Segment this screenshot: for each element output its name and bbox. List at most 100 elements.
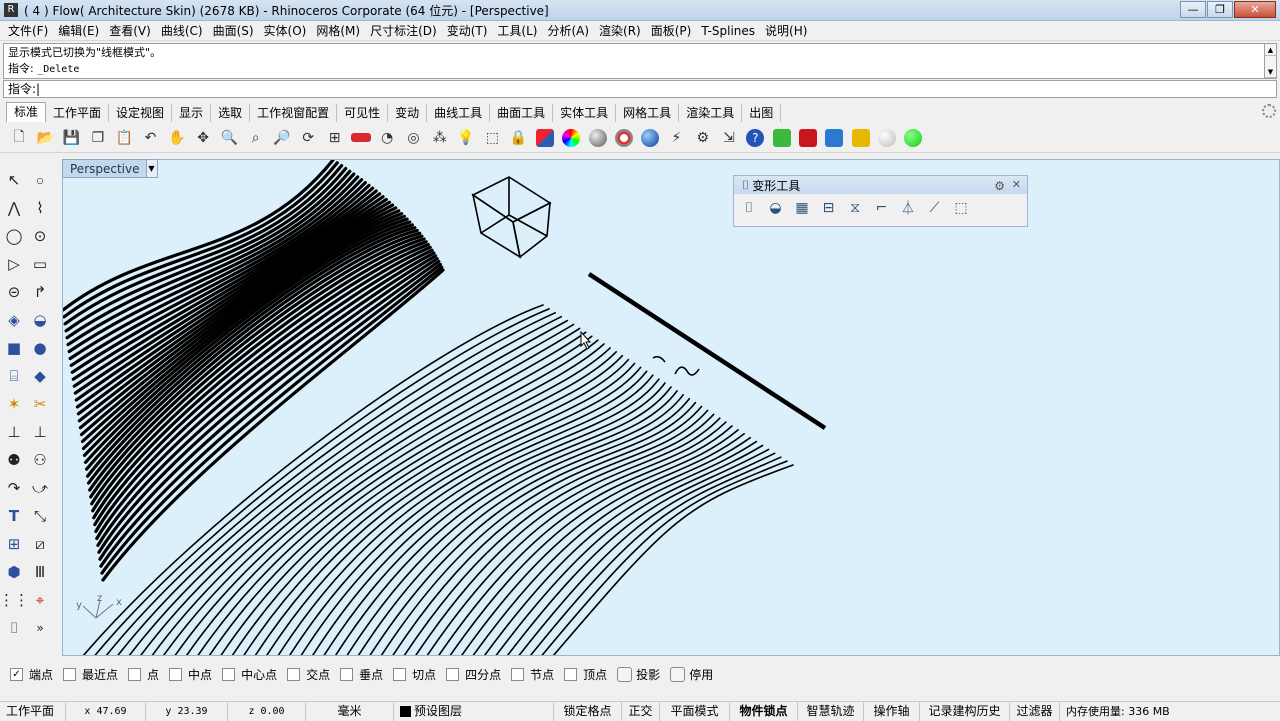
move-view-icon[interactable]: ✥ [192, 127, 214, 149]
yellow-plugin-icon[interactable] [850, 127, 872, 149]
status-planar[interactable]: 平面模式 [660, 701, 730, 721]
cage-icon[interactable]: ▦ [791, 197, 813, 219]
tab-cplanes[interactable]: 工作平面 [46, 104, 110, 122]
car-icon[interactable] [350, 127, 372, 149]
menu-render[interactable]: 渲染(R) [594, 21, 646, 41]
color-wheel-icon[interactable] [560, 127, 582, 149]
rectangle-icon[interactable]: ▭ [29, 253, 51, 275]
group-icon[interactable]: ⚉ [3, 449, 25, 471]
cylinder-icon[interactable]: ⌸ [3, 365, 25, 387]
material-sphere-icon[interactable] [587, 127, 609, 149]
osnap-point[interactable]: 点 [128, 666, 159, 683]
menu-transform[interactable]: 变动(T) [442, 21, 493, 41]
new-file-icon[interactable]: 🗋 [8, 127, 30, 149]
extrude-icon[interactable]: ◒ [29, 309, 51, 331]
history-scrollbar[interactable]: ▲ ▼ [1264, 43, 1277, 79]
paste-icon[interactable]: 📋 [113, 127, 135, 149]
viewport-tab[interactable]: Perspective ▼ [62, 159, 158, 178]
tab-render-tools[interactable]: 渲染工具 [679, 104, 743, 122]
point-icon[interactable]: ○ [29, 169, 51, 191]
mesh-icon[interactable]: ◆ [29, 365, 51, 387]
scroll-down-icon[interactable]: ▼ [1265, 66, 1276, 78]
open-file-icon[interactable]: 📂 [34, 127, 56, 149]
tab-mesh-tools[interactable]: 网格工具 [616, 104, 680, 122]
status-gumball[interactable]: 操作轴 [864, 701, 920, 721]
panel-gear-icon[interactable]: ⚙ [994, 179, 1005, 193]
tab-settings-gear-icon[interactable] [1262, 104, 1276, 118]
layer-icon[interactable] [534, 127, 556, 149]
render-sphere-icon[interactable] [639, 127, 661, 149]
zoom-extents-icon[interactable]: 🔎 [271, 127, 293, 149]
undo-icon[interactable]: ↶ [139, 127, 161, 149]
menu-analyze[interactable]: 分析(A) [542, 21, 594, 41]
panel-close-icon[interactable]: ✕ [1012, 178, 1021, 191]
tab-viewport-layout[interactable]: 工作视窗配置 [250, 104, 338, 122]
white-sphere-icon[interactable] [876, 127, 898, 149]
osnap-knot[interactable]: 节点 [511, 666, 554, 683]
viewport-canvas[interactable]: y z x [63, 160, 1280, 656]
select-arrow-icon[interactable]: ↖ [3, 169, 25, 191]
tab-transform[interactable]: 变动 [388, 104, 428, 122]
tab-surface-tools[interactable]: 曲面工具 [490, 104, 554, 122]
menu-tools[interactable]: 工具(L) [492, 21, 542, 41]
panel-titlebar[interactable]: ⌷ 变形工具 ⚙ ✕ [734, 176, 1027, 194]
menu-curve[interactable]: 曲线(C) [156, 21, 208, 41]
tab-standard[interactable]: 标准 [6, 102, 47, 122]
lightbulb-icon[interactable]: 💡 [455, 127, 477, 149]
more-tools-icon[interactable]: » [29, 617, 51, 639]
tab-display[interactable]: 显示 [172, 104, 212, 122]
help-icon[interactable]: ? [744, 127, 766, 149]
rotate-icon[interactable]: ↷ [3, 477, 25, 499]
zoom-window-icon[interactable]: ⌕ [245, 127, 267, 149]
flow-base-curve[interactable] [587, 272, 827, 430]
zoom-icon[interactable]: 🔍 [218, 127, 240, 149]
tab-select[interactable]: 选取 [211, 104, 251, 122]
cage-edit-icon[interactable]: ⌖ [29, 589, 51, 611]
bend-icon[interactable]: ⌷ [3, 617, 25, 639]
tab-set-view[interactable]: 设定视图 [109, 104, 173, 122]
pan-hand-icon[interactable]: ✋ [166, 127, 188, 149]
rhino-app-icon[interactable]: R [4, 3, 18, 17]
osnap-perpendicular[interactable]: 垂点 [340, 666, 383, 683]
menu-edit[interactable]: 编辑(E) [53, 21, 104, 41]
status-record-history[interactable]: 记录建构历史 [920, 701, 1010, 721]
light-icon[interactable]: ⚡ [665, 127, 687, 149]
status-filter[interactable]: 过滤器 [1010, 701, 1060, 721]
osnap-vertex[interactable]: 顶点 [564, 666, 607, 683]
osnap-project-toggle[interactable]: 投影 [617, 666, 660, 683]
menu-solid[interactable]: 实体(O) [259, 21, 312, 41]
join-icon[interactable]: ⊥ [29, 421, 51, 443]
copy-icon[interactable]: ❐ [87, 127, 109, 149]
scale-icon[interactable]: ⤻ [29, 477, 51, 499]
status-layer[interactable]: 预设图层 [394, 701, 554, 721]
circle-icon[interactable]: ◯ [3, 225, 25, 247]
splop-icon[interactable]: ⏃ [897, 197, 919, 219]
osnap-near[interactable]: 最近点 [63, 666, 118, 683]
bend-icon[interactable]: ⌷ [738, 197, 760, 219]
osnap-mid[interactable]: 中点 [169, 666, 212, 683]
boolean-icon[interactable]: ● [29, 337, 51, 359]
ellipse-icon[interactable]: ⊙ [29, 225, 51, 247]
hide-icon[interactable]: ◔ [376, 127, 398, 149]
osnap-end-checkbox[interactable]: ✓ [10, 667, 23, 681]
menu-mesh[interactable]: 网格(M) [311, 21, 365, 41]
four-viewports-icon[interactable]: ⊞ [324, 127, 346, 149]
text-icon[interactable]: T [3, 505, 25, 527]
grid-icon[interactable]: ⋮⋮ [0, 589, 29, 611]
block-icon[interactable]: ⬢ [3, 561, 25, 583]
menu-panels[interactable]: 面板(P) [646, 21, 697, 41]
dimension-icon[interactable]: ⤡ [29, 505, 51, 527]
polyline-icon[interactable]: ⋀ [3, 197, 25, 219]
ungroup-icon[interactable]: ⚇ [29, 449, 51, 471]
tab-visibility[interactable]: 可见性 [337, 104, 389, 122]
cage-edit-icon[interactable]: ⬚ [950, 197, 972, 219]
show-icon[interactable]: ◎ [402, 127, 424, 149]
menu-file[interactable]: 文件(F) [3, 21, 53, 41]
taper-icon[interactable]: ⧖ [844, 197, 866, 219]
wireframe-cube[interactable] [471, 176, 552, 259]
tab-drafting[interactable]: 出图 [742, 104, 782, 122]
red-plugin-icon[interactable] [797, 127, 819, 149]
osnap-intersection[interactable]: 交点 [287, 666, 330, 683]
osnap-tangent[interactable]: 切点 [393, 666, 436, 683]
tab-solid-tools[interactable]: 实体工具 [553, 104, 617, 122]
